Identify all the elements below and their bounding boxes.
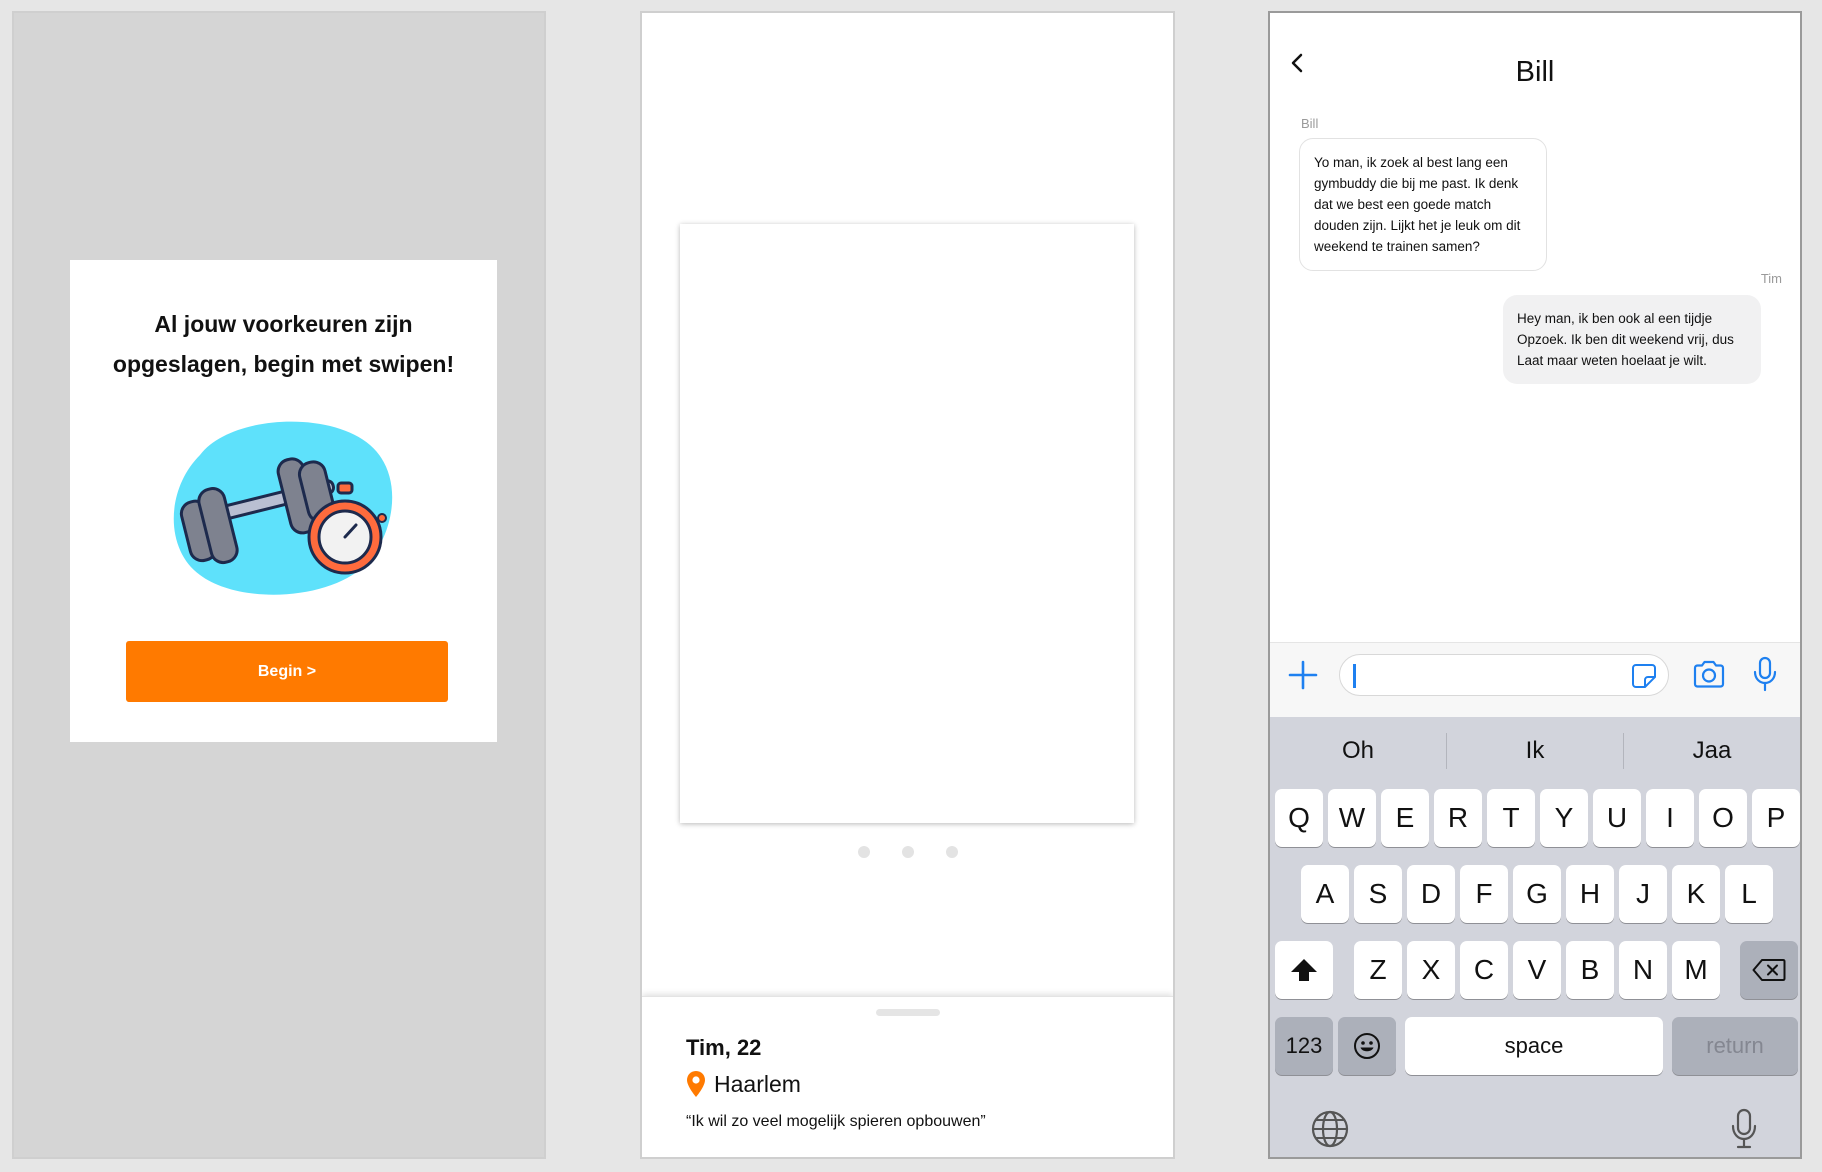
suggestion-item[interactable]: Ik <box>1447 737 1623 765</box>
sheet-drag-handle[interactable] <box>876 1009 940 1016</box>
on-screen-keyboard: Oh Ik Jaa Q W E R T Y U I O P A S D F G … <box>1270 717 1800 1157</box>
key-r[interactable]: R <box>1434 789 1482 847</box>
microphone-icon[interactable] <box>1750 655 1780 695</box>
suggestion-item[interactable]: Oh <box>1270 737 1446 765</box>
key-s[interactable]: S <box>1354 865 1402 923</box>
message-input-bar <box>1270 642 1800 717</box>
message-sender: Bill <box>1301 116 1319 131</box>
predictive-suggestions: Oh Ik Jaa <box>1270 729 1800 773</box>
shift-key[interactable] <box>1275 941 1333 999</box>
key-h[interactable]: H <box>1566 865 1614 923</box>
key-j[interactable]: J <box>1619 865 1667 923</box>
chat-title: Bill <box>1515 56 1555 88</box>
key-a[interactable]: A <box>1301 865 1349 923</box>
key-q[interactable]: Q <box>1275 789 1323 847</box>
key-y[interactable]: Y <box>1540 789 1588 847</box>
key-d[interactable]: D <box>1407 865 1455 923</box>
dumbbell-stopwatch-illustration <box>173 421 393 595</box>
key-z[interactable]: Z <box>1354 941 1402 999</box>
pager-dots <box>642 846 1173 858</box>
key-b[interactable]: B <box>1566 941 1614 999</box>
key-v[interactable]: V <box>1513 941 1561 999</box>
globe-icon[interactable] <box>1310 1109 1350 1149</box>
chat-header: Bill <box>1270 13 1800 113</box>
space-key[interactable]: space <box>1405 1017 1663 1075</box>
dictation-mic-icon[interactable] <box>1730 1107 1758 1151</box>
profile-location: Haarlem <box>686 1070 801 1098</box>
onboarding-screen: Al jouw voorkeuren zijn opgeslagen, begi… <box>12 11 546 1159</box>
sticker-icon[interactable] <box>1630 662 1658 690</box>
emoji-key[interactable] <box>1338 1017 1396 1075</box>
profile-quote: “Ik wil zo veel mogelijk spieren opbouwe… <box>686 1113 986 1130</box>
key-g[interactable]: G <box>1513 865 1561 923</box>
profile-name-age: Tim, 22 <box>686 1035 762 1060</box>
backspace-icon <box>1752 959 1786 981</box>
camera-icon[interactable] <box>1691 657 1727 693</box>
key-i[interactable]: I <box>1646 789 1694 847</box>
begin-button[interactable]: Begin > <box>126 641 448 702</box>
text-caret <box>1353 664 1356 688</box>
plus-icon[interactable] <box>1286 658 1320 692</box>
pager-dot[interactable] <box>945 846 958 858</box>
profile-photo-card[interactable] <box>680 224 1134 823</box>
emoji-icon <box>1354 1033 1380 1059</box>
numbers-key[interactable]: 123 <box>1275 1017 1333 1075</box>
key-p[interactable]: P <box>1752 789 1800 847</box>
message-sender: Tim <box>1760 271 1782 286</box>
key-x[interactable]: X <box>1407 941 1455 999</box>
key-f[interactable]: F <box>1460 865 1508 923</box>
profile-location-text: Haarlem <box>714 1070 801 1097</box>
profile-info-sheet[interactable]: Tim, 22 Haarlem “Ik wil zo veel mogelijk… <box>642 996 1173 1157</box>
suggestion-item[interactable]: Jaa <box>1624 737 1800 765</box>
backspace-key[interactable] <box>1740 941 1798 999</box>
key-o[interactable]: O <box>1699 789 1747 847</box>
key-e[interactable]: E <box>1381 789 1429 847</box>
pager-dot[interactable] <box>857 846 870 858</box>
chat-screen: Bill Bill Yo man, ik zoek al best lang e… <box>1268 11 1802 1159</box>
swipe-screen: Tim, 22 Haarlem “Ik wil zo veel mogelijk… <box>640 11 1175 1159</box>
key-k[interactable]: K <box>1672 865 1720 923</box>
pager-dot[interactable] <box>901 846 914 858</box>
key-u[interactable]: U <box>1593 789 1641 847</box>
message-input[interactable] <box>1339 654 1669 696</box>
key-n[interactable]: N <box>1619 941 1667 999</box>
key-w[interactable]: W <box>1328 789 1376 847</box>
confirmation-card: Al jouw voorkeuren zijn opgeslagen, begi… <box>70 260 497 742</box>
location-pin-icon <box>687 1071 705 1097</box>
key-t[interactable]: T <box>1487 789 1535 847</box>
key-c[interactable]: C <box>1460 941 1508 999</box>
key-l[interactable]: L <box>1725 865 1773 923</box>
key-m[interactable]: M <box>1672 941 1720 999</box>
incoming-message-bubble: Yo man, ik zoek al best lang een gymbudd… <box>1299 138 1547 271</box>
outgoing-message-bubble: Hey man, ik ben ook al een tijdje Opzoek… <box>1503 295 1761 384</box>
confirmation-title: Al jouw voorkeuren zijn opgeslagen, begi… <box>112 311 455 377</box>
return-key[interactable]: return <box>1672 1017 1798 1075</box>
shift-arrow-icon <box>1291 959 1317 981</box>
